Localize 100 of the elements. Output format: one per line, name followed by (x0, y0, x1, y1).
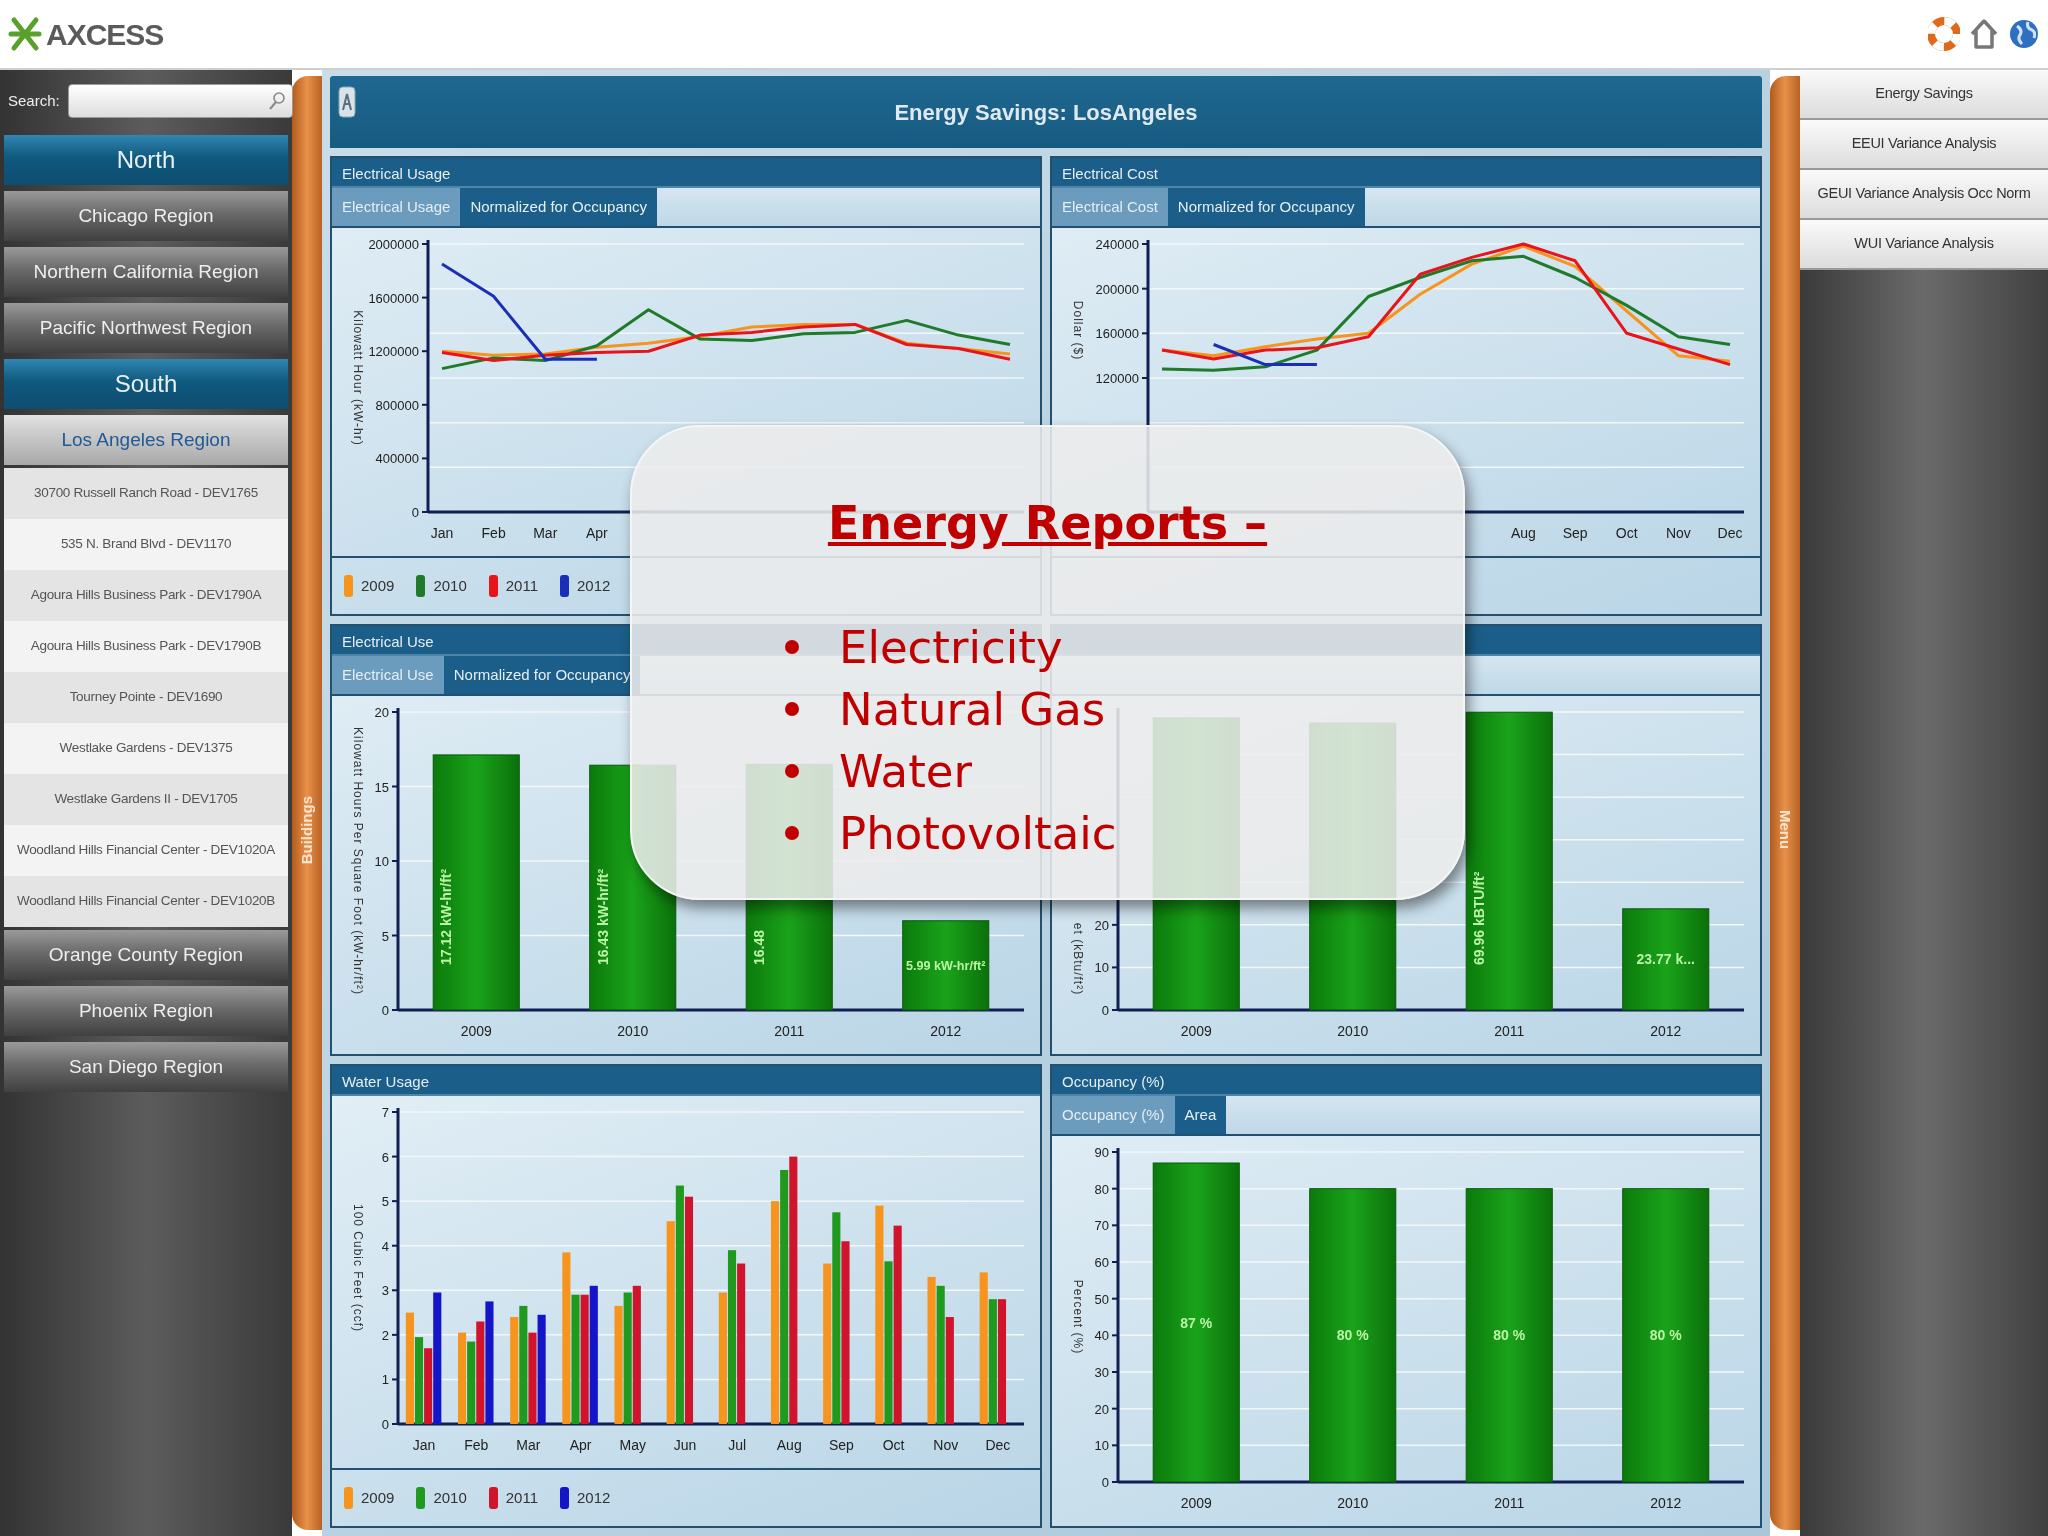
axis-tick-label: 7 (381, 1105, 389, 1120)
panel-title: Electrical Usage (332, 158, 1040, 188)
axis-tick-label: Jan (412, 1437, 436, 1453)
axis-tick-label: Nov (933, 1437, 959, 1453)
axis-tick-label: 400000 (375, 451, 419, 467)
value-label: 80 % (1649, 1327, 1682, 1344)
axis-tick-label: 160000 (1095, 326, 1139, 342)
value-label: 17.12 kW-hr/ft² (438, 868, 455, 965)
axis-tick-label: 50 (1094, 1291, 1109, 1307)
axis-title: Dollar ($) (1071, 300, 1085, 361)
axis-tick-label: Dec (985, 1437, 1011, 1453)
axis-tick-label: 200000 (1095, 281, 1139, 297)
axis-tick-label: Oct (1615, 525, 1638, 541)
axis-tick-label: 2011 (774, 1023, 805, 1039)
axis-tick-label: 3 (381, 1283, 389, 1299)
axis-tick-label: 10 (374, 854, 389, 869)
bullet-text: Natural Gas (839, 686, 1106, 732)
value-label: 69.96 kBTU/ft² (1471, 871, 1488, 965)
legend-label: 2012 (577, 575, 611, 596)
axis-tick-label: Apr (586, 525, 608, 541)
axis-tick-label: 5 (381, 928, 389, 944)
axis-tick-label: 1 (381, 1372, 389, 1388)
legend-label: 2010 (433, 575, 467, 596)
axis-tick-label: Feb (481, 525, 506, 541)
axis-tick-label: Apr (569, 1437, 592, 1453)
value-label: 16.48 (751, 929, 768, 965)
axis-tick-label: 40 (1094, 1328, 1109, 1344)
axis-tick-label: 240000 (1095, 237, 1139, 252)
axis-tick-label: Mar (533, 525, 558, 541)
axis-tick-label: 800000 (375, 397, 419, 413)
axis-tick-label: 5 (381, 1194, 389, 1210)
axis-tick-label: 1200000 (368, 344, 419, 360)
axis-tick-label: 0 (1101, 1475, 1109, 1490)
axis-tick-label: 90 (1094, 1145, 1109, 1160)
axis-tick-label: 2012 (1650, 1023, 1682, 1039)
legend-label: 2009 (361, 575, 395, 596)
axis-tick-label: 20 (1094, 917, 1109, 933)
value-label: 80 % (1493, 1327, 1526, 1344)
axis-tick-label: 2011 (1494, 1023, 1525, 1039)
axis-tick-label: 70 (1094, 1218, 1109, 1234)
axis-tick-label: 2009 (460, 1023, 492, 1039)
axis-tick-label: Sep (1562, 525, 1588, 541)
panel-title: Occupancy (%) (1052, 1066, 1760, 1096)
axis-tick-label: Aug (1511, 525, 1536, 541)
axis-tick-label: 10 (1094, 960, 1109, 976)
page-title: Energy Savings: LosAngeles (894, 98, 1198, 127)
axis-tick-label: 60 (1094, 1255, 1109, 1270)
bullet-text: Photovoltaic (839, 810, 1117, 856)
search-label: Search: (8, 90, 60, 111)
panel-title: Electrical Cost (1052, 158, 1760, 188)
axis-tick-label: Oct (882, 1437, 905, 1453)
axis-tick-label: 2010 (617, 1023, 649, 1039)
axis-tick-label: May (619, 1437, 646, 1453)
axis-tick-label: 0 (1101, 1003, 1109, 1018)
value-label: 23.77 k... (1636, 951, 1695, 968)
axis-tick-label: Jan (430, 525, 454, 541)
logo-text: AXCESS (46, 16, 164, 53)
axis-title: Kilowatt Hour (kW-hr) (351, 310, 365, 446)
axis-tick-label: 2012 (1650, 1495, 1682, 1511)
axis-tick-label: 2011 (1494, 1495, 1525, 1511)
axis-title: et (kBtu/ft²) (1071, 922, 1085, 996)
value-label: 5.99 kW-hr/ft² (906, 959, 986, 974)
value-label: 80 % (1336, 1327, 1369, 1344)
axis-tick-label: 10 (1094, 1438, 1109, 1454)
axis-tick-label: 1600000 (368, 290, 419, 306)
axis-tick-label: 30 (1094, 1365, 1109, 1380)
legend-label: 2010 (433, 1487, 467, 1508)
axis-tick-label: 2009 (1180, 1495, 1212, 1511)
axis-tick-label: 120000 (1095, 371, 1139, 386)
axis-tick-label: Nov (1665, 525, 1691, 541)
callout-title: Energy Reports – (827, 495, 1268, 552)
legend-label: 2011 (505, 575, 538, 596)
legend-label: 2009 (361, 1487, 395, 1508)
axis-tick-label: 20 (1094, 1401, 1109, 1417)
axis-tick-label: 20 (374, 705, 389, 720)
axis-tick-label: Mar (516, 1437, 541, 1453)
axis-tick-label: 0 (411, 505, 419, 520)
legend-label: 2012 (577, 1487, 611, 1508)
axis-tick-label: 4 (381, 1238, 389, 1254)
axis-tick-label: 2010 (1337, 1023, 1369, 1039)
axis-tick-label: 6 (381, 1149, 389, 1165)
axis-tick-label: Sep (828, 1437, 854, 1453)
axis-tick-label: 2 (381, 1327, 389, 1343)
axis-tick-label: Jul (728, 1437, 747, 1453)
axis-tick-label: 0 (381, 1003, 389, 1018)
axis-tick-label: Dec (1717, 525, 1743, 541)
axis-tick-label: 15 (374, 779, 389, 795)
axis-tick-label: 2012 (930, 1023, 962, 1039)
axis-tick-label: 0 (381, 1417, 389, 1432)
axis-title: Kilowatt Hours Per Square Foot (kW-hr/ft²) (351, 727, 365, 995)
axis-tick-label: Feb (464, 1437, 489, 1453)
axis-tick-label: 80 (1094, 1181, 1109, 1197)
axis-tick-label: 2000000 (368, 237, 419, 252)
axis-title: Percent (%) (1071, 1279, 1085, 1355)
bullet-text: Water (839, 748, 973, 794)
axis-tick-label: 2010 (1337, 1495, 1369, 1511)
axis-tick-label: Jun (673, 1437, 697, 1453)
axis-tick-label: Aug (776, 1437, 802, 1453)
legend-label: 2011 (505, 1487, 538, 1508)
axis-title: 100 Cubic Feet (ccf) (351, 1204, 365, 1332)
